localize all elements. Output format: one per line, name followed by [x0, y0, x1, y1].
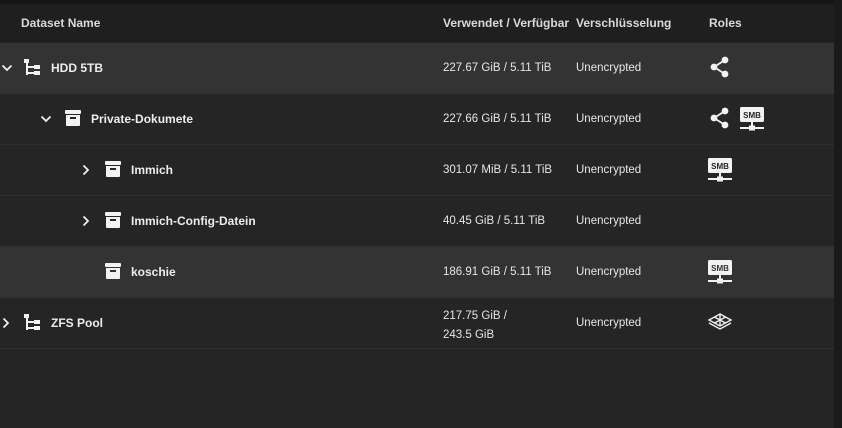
table-row[interactable]: Immich 301.07 MiB / 5.11 TiB Unencrypted… [0, 145, 834, 196]
table-row[interactable]: koschie 186.91 GiB / 5.11 TiB Unencrypte… [0, 247, 834, 298]
dataset-icon [63, 108, 85, 128]
smb-label: SMB [711, 162, 729, 171]
dataset-icon [103, 210, 125, 230]
chevron-right-icon[interactable] [81, 214, 91, 228]
share-icon [709, 55, 731, 84]
chevron-down-icon[interactable] [1, 61, 13, 75]
table-header: Dataset Name Verwendet / Verfügbar Versc… [0, 0, 834, 42]
encryption-status: Unencrypted [576, 164, 642, 176]
system-dataset-icon [707, 312, 733, 339]
column-header-encryption[interactable]: Verschlüsselung [576, 16, 671, 30]
used-available-value: 40.45 GiB / 5.11 TiB [443, 215, 546, 227]
chevron-down-icon[interactable] [40, 112, 52, 126]
smb-label: SMB [743, 111, 761, 120]
pool-tree-icon [23, 312, 45, 332]
column-header-dataset-name[interactable]: Dataset Name [21, 16, 100, 30]
dataset-name[interactable]: Immich-Config-Datein [131, 214, 256, 228]
column-header-used-available[interactable]: Verwendet / Verfügbar [443, 16, 569, 30]
table-row[interactable]: Private-Dokumete 227.66 GiB / 5.11 TiB U… [0, 94, 834, 145]
used-line-2: 243.5 GiB [443, 329, 495, 341]
used-available-value: 301.07 MiB / 5.11 TiB [443, 164, 553, 176]
used-available-value: 186.91 GiB / 5.11 TiB [443, 266, 552, 278]
datasets-table: Dataset Name Verwendet / Verfügbar Versc… [0, 0, 834, 428]
smb-share-icon: SMB [739, 106, 765, 137]
used-available-value: 227.67 GiB / 5.11 TiB [443, 62, 552, 74]
dataset-name[interactable]: Private-Dokumete [91, 112, 193, 126]
encryption-status: Unencrypted [576, 62, 642, 74]
used-line-1: 217.75 GiB / [443, 310, 507, 322]
encryption-status: Unencrypted [576, 113, 642, 125]
dataset-icon [103, 159, 125, 179]
column-header-roles[interactable]: Roles [709, 16, 742, 30]
scrollbar[interactable] [834, 0, 842, 428]
dataset-name[interactable]: koschie [131, 265, 176, 279]
dataset-icon [103, 261, 125, 281]
smb-share-icon: SMB [707, 157, 733, 188]
dataset-name[interactable]: HDD 5TB [51, 61, 103, 75]
encryption-status: Unencrypted [576, 317, 642, 329]
pool-tree-icon [23, 57, 45, 77]
table-row[interactable]: Immich-Config-Datein 40.45 GiB / 5.11 Ti… [0, 196, 834, 247]
dataset-name[interactable]: Immich [131, 163, 173, 177]
smb-share-icon: SMB [707, 259, 733, 290]
table-row[interactable]: HDD 5TB 227.67 GiB / 5.11 TiB Unencrypte… [0, 43, 834, 94]
table-row[interactable]: ZFS Pool 217.75 GiB / 243.5 GiB Unencrypt… [0, 298, 834, 349]
chevron-right-icon[interactable] [81, 163, 91, 177]
encryption-status: Unencrypted [576, 215, 642, 227]
share-icon [709, 106, 731, 135]
used-available-value: 217.75 GiB / 243.5 GiB [443, 307, 553, 345]
dataset-name[interactable]: ZFS Pool [51, 316, 103, 330]
encryption-status: Unencrypted [576, 266, 642, 278]
smb-label: SMB [711, 264, 729, 273]
chevron-right-icon[interactable] [1, 316, 11, 330]
used-available-value: 227.66 GiB / 5.11 TiB [443, 113, 552, 125]
